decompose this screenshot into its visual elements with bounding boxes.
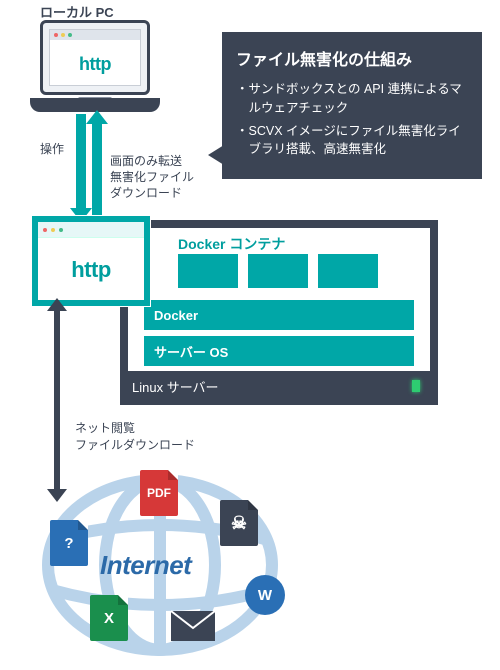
local-pc-laptop: http [30, 20, 160, 120]
file-sanitization-callout: ファイル無害化の仕組み ・サンドボックスとの API 連携によるマルウェアチェッ… [222, 32, 482, 179]
unknown-file-icon: ? [50, 520, 88, 566]
local-pc-http-text: http [50, 44, 140, 85]
laptop-container-arrows: 操作 画面のみ転送 無害化ファイル ダウンロード [60, 118, 200, 228]
docker-container-label: Docker コンテナ [178, 234, 285, 254]
linux-server-label: Linux サーバー [132, 377, 219, 396]
arrow-down-icon [76, 114, 86, 210]
container-browser-window: http [32, 216, 150, 306]
local-pc-label: ローカル PC [40, 2, 114, 21]
pdf-file-icon: PDF [140, 470, 178, 516]
linux-server-box: Docker コンテナ Docker サーバー OS Linux サーバー [120, 220, 438, 405]
internet-label: Internet [100, 550, 191, 581]
docker-container-icon [318, 254, 378, 288]
browser-internet-arrow [54, 310, 60, 490]
word-file-icon: W [245, 575, 285, 615]
mail-icon [170, 610, 216, 642]
label-transfer: 画面のみ転送 無害化ファイル ダウンロード [110, 153, 194, 202]
docker-containers [178, 254, 378, 288]
callout-bullet-1: ・サンドボックスとの API 連携によるマルウェアチェック [236, 80, 468, 118]
callout-bullet-2: ・SCVX イメージにファイル無害化ライブラリ搭載、高速無害化 [236, 122, 468, 160]
server-led-icon [412, 380, 420, 392]
container-http-text: http [38, 240, 144, 300]
layer-docker: Docker [144, 300, 414, 330]
layer-server-os: サーバー OS [144, 336, 414, 366]
label-operate: 操作 [40, 140, 64, 157]
callout-title: ファイル無害化の仕組み [236, 46, 468, 70]
label-net-browse-download: ネット閲覧 ファイルダウンロード [75, 420, 195, 454]
malware-file-icon: ☠ [220, 500, 258, 546]
internet-globe: Internet PDF ? ☠ X W [30, 470, 290, 660]
arrow-up-icon [92, 122, 102, 218]
docker-container-icon [178, 254, 238, 288]
docker-container-icon [248, 254, 308, 288]
excel-file-icon: X [90, 595, 128, 641]
